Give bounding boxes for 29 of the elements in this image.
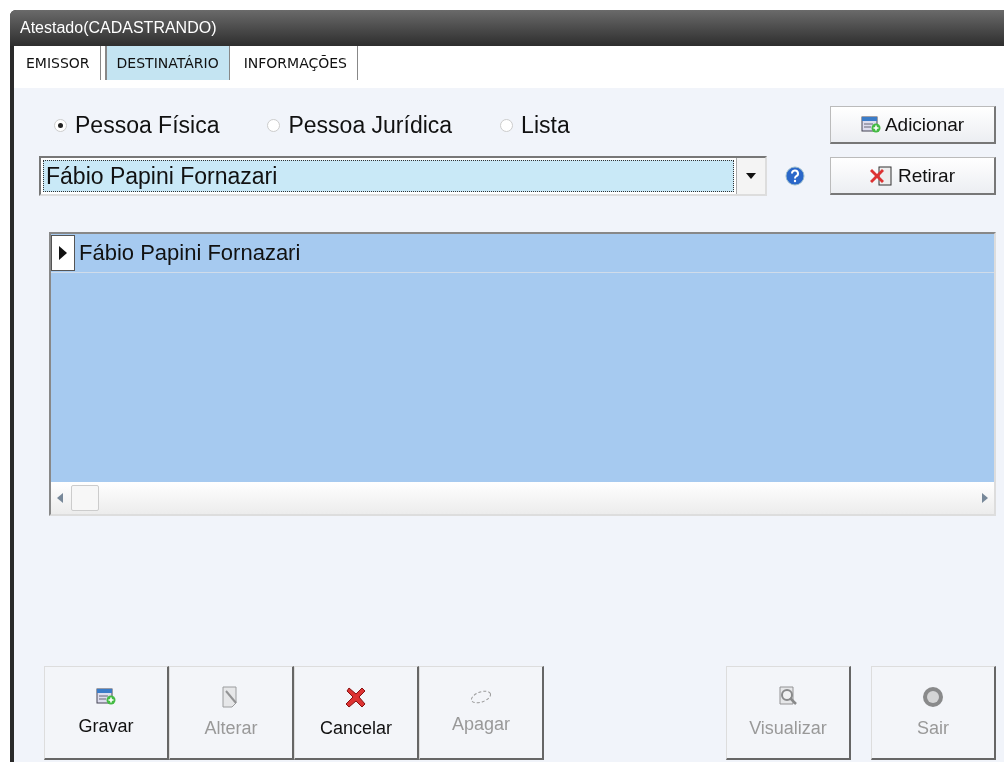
row-pointer-icon bbox=[59, 246, 67, 260]
radio-icon[interactable] bbox=[267, 118, 281, 132]
grid-row[interactable]: Fábio Papini Fornazari bbox=[51, 234, 994, 273]
scroll-thumb[interactable] bbox=[71, 485, 99, 511]
radio-icon[interactable] bbox=[500, 118, 514, 132]
radio-option[interactable]: Lista bbox=[500, 111, 570, 139]
grid-cell: Fábio Papini Fornazari bbox=[79, 240, 301, 266]
horizontal-scrollbar[interactable] bbox=[51, 482, 994, 514]
dropdown-arrow-icon[interactable] bbox=[746, 173, 756, 179]
eraser-icon bbox=[469, 690, 493, 704]
magnifier-document-icon bbox=[778, 686, 798, 708]
power-icon bbox=[922, 686, 944, 708]
radio-option[interactable]: Pessoa Jurídica bbox=[267, 111, 453, 139]
radio-icon[interactable] bbox=[54, 118, 67, 132]
remove-button[interactable]: Retirar bbox=[830, 157, 996, 195]
scroll-left-icon[interactable] bbox=[57, 493, 63, 503]
toolbar-button[interactable]: Gravar bbox=[44, 666, 169, 760]
add-record-icon bbox=[860, 115, 881, 134]
remove-icon bbox=[870, 165, 894, 186]
toolbar-button[interactable]: Cancelar bbox=[294, 666, 419, 760]
add-record-icon bbox=[96, 688, 116, 706]
scroll-right-icon[interactable] bbox=[982, 493, 988, 503]
help-icon[interactable] bbox=[785, 166, 805, 186]
radio-option[interactable]: Pessoa Física bbox=[54, 111, 220, 139]
window-title: Atestado(CADASTRANDO) bbox=[10, 10, 1004, 46]
cancel-icon bbox=[346, 686, 366, 708]
tab[interactable]: DESTINATÁRIO bbox=[104, 46, 230, 80]
add-button[interactable]: Adicionar bbox=[830, 106, 996, 144]
person-combo-box[interactable]: Fábio Papini Fornazari bbox=[39, 156, 767, 196]
